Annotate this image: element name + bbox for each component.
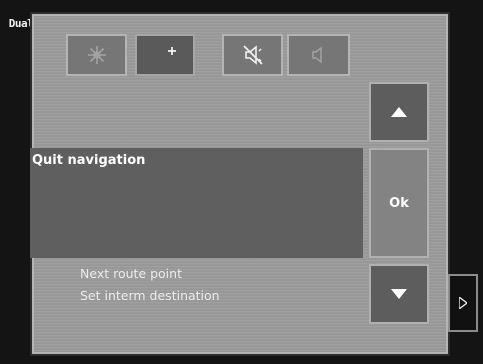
scroll-up-button[interactable] [369, 82, 429, 142]
menu-item-next-route-point[interactable]: Next route point [80, 266, 182, 281]
day-mode-button[interactable] [66, 34, 127, 76]
menu-item-set-interm-destination[interactable]: Set interm destination [80, 288, 220, 303]
sun-icon [87, 46, 106, 64]
night-mode-button[interactable] [135, 34, 195, 76]
side-panel-arrow-button[interactable] [448, 274, 478, 332]
triangle-right-icon [459, 297, 467, 309]
selected-item-label: Quit navigation [32, 153, 146, 168]
triangle-down-icon [391, 289, 407, 299]
ok-button[interactable]: Ok [369, 148, 429, 258]
sound-button[interactable] [287, 34, 350, 76]
speaker-muted-icon [242, 45, 263, 65]
triangle-up-icon [391, 107, 407, 117]
scroll-down-button[interactable] [369, 264, 429, 324]
mute-button[interactable] [222, 34, 283, 76]
moon-star-icon [153, 45, 176, 65]
speaker-icon [311, 46, 322, 64]
ok-label: Ok [389, 195, 409, 211]
menu-item-selected[interactable]: Quit navigation [30, 148, 363, 258]
